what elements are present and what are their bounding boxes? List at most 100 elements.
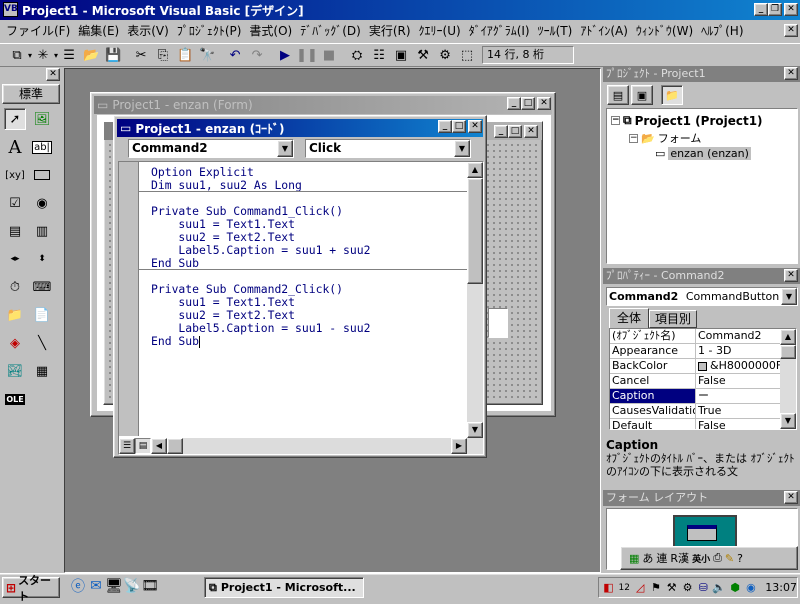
checkbox-icon[interactable]: ☑ bbox=[4, 192, 26, 214]
menu-tools[interactable]: ﾂｰﾙ(T) bbox=[534, 21, 577, 41]
properties-window-icon[interactable]: ☷ bbox=[368, 44, 390, 66]
ime-mode-icon[interactable]: ▦ bbox=[629, 552, 639, 565]
code-editor[interactable]: Option Explicit Dim suu1, suu2 As Long Pri… bbox=[118, 161, 484, 455]
redo-icon[interactable]: ↷ bbox=[246, 44, 268, 66]
ole-icon[interactable]: OLE bbox=[4, 388, 26, 410]
code-vscrollbar[interactable]: ▲ ▼ bbox=[467, 162, 483, 438]
timer-icon[interactable]: ⏱ bbox=[4, 276, 26, 298]
form-position-preview[interactable] bbox=[687, 525, 717, 541]
form-textbox[interactable] bbox=[488, 308, 508, 338]
menu-project[interactable]: ﾌﾟﾛｼﾞｪｸﾄ(P) bbox=[173, 21, 246, 41]
menu-window[interactable]: ｳｨﾝﾄﾞｳ(W) bbox=[632, 21, 697, 41]
code-window[interactable]: ▭ Project1 - enzan (ｺｰﾄﾞ) _ □ ✕ Command2… bbox=[113, 115, 487, 458]
menu-format[interactable]: 書式(O) bbox=[245, 21, 296, 41]
toolbox-close-button[interactable]: ✕ bbox=[46, 68, 60, 81]
hscroll-thumb[interactable] bbox=[167, 438, 183, 454]
tray-tool-icon[interactable]: ⚒ bbox=[664, 580, 679, 596]
menu-debug[interactable]: ﾃﾞﾊﾞｯｸﾞ(D) bbox=[296, 21, 365, 41]
prop-scroll-thumb[interactable] bbox=[780, 345, 796, 359]
tray-pen-icon[interactable]: ◿ bbox=[633, 580, 648, 596]
scroll-thumb[interactable] bbox=[467, 178, 483, 284]
menu-edit[interactable]: 編集(E) bbox=[74, 21, 123, 41]
start-icon[interactable]: ▶ bbox=[274, 44, 296, 66]
menu-diagram[interactable]: ﾀﾞｲｱｸﾞﾗﾑ(I) bbox=[465, 21, 534, 41]
menu-addins[interactable]: ｱﾄﾞｲﾝ(A) bbox=[576, 21, 632, 41]
prop-row-selected[interactable]: Caption ー bbox=[610, 389, 780, 404]
enzan-maximize-button[interactable]: □ bbox=[508, 125, 522, 138]
procedure-combo[interactable]: Click ▼ bbox=[305, 139, 471, 158]
menu-file[interactable]: ファイル(F) bbox=[2, 21, 74, 41]
vscrollbar-icon[interactable]: ⬍ bbox=[31, 248, 53, 270]
outlook-express-icon[interactable]: ✉ bbox=[88, 578, 104, 594]
undo-icon[interactable]: ↶ bbox=[224, 44, 246, 66]
enzan-close-button[interactable]: ✕ bbox=[524, 125, 538, 138]
add-project-icon[interactable]: ⧉ bbox=[6, 44, 28, 66]
tray-shield-icon[interactable]: ⬢ bbox=[728, 580, 743, 596]
tray-volume-icon[interactable]: 🔈 bbox=[712, 580, 727, 596]
listbox-icon[interactable]: ▥ bbox=[31, 220, 53, 242]
cut-icon[interactable]: ✂ bbox=[130, 44, 152, 66]
find-icon[interactable]: 🔭 bbox=[196, 44, 218, 66]
object-combo-arrow-icon[interactable]: ▼ bbox=[277, 140, 293, 157]
ime-hiragana[interactable]: あ bbox=[642, 550, 653, 566]
dirlistbox-icon[interactable]: 📁 bbox=[4, 304, 26, 326]
properties-vscrollbar[interactable]: ▲ ▼ bbox=[780, 329, 796, 429]
data-control-icon[interactable]: ▦ bbox=[31, 360, 53, 382]
filelistbox-icon[interactable]: 📄 bbox=[31, 304, 53, 326]
open-icon[interactable]: 📂 bbox=[80, 44, 102, 66]
form-minimize-button[interactable]: _ bbox=[507, 97, 521, 110]
procedure-combo-arrow-icon[interactable]: ▼ bbox=[454, 140, 470, 157]
picturebox-icon[interactable]: 🖼 bbox=[31, 108, 53, 130]
ime-help-icon[interactable]: ? bbox=[737, 552, 743, 565]
procedure-view-icon[interactable]: ☰ bbox=[119, 438, 135, 454]
optionbutton-icon[interactable]: ◉ bbox=[31, 192, 53, 214]
prop-row[interactable]: (ｵﾌﾞｼﾞｪｸﾄ名) Command2 bbox=[610, 329, 780, 344]
image-icon[interactable]: 🏞 bbox=[4, 360, 26, 382]
break-icon[interactable]: ❚❚ bbox=[296, 44, 318, 66]
layout-close-button[interactable]: ✕ bbox=[784, 491, 798, 504]
view-object-icon[interactable]: ▣ bbox=[631, 85, 653, 105]
properties-object-combo[interactable]: Command2 CommandButton ▼ bbox=[606, 287, 798, 306]
toggle-folders-icon[interactable]: 📁 bbox=[661, 85, 683, 105]
form-maximize-button[interactable]: □ bbox=[521, 97, 535, 110]
project-explorer-icon[interactable]: ⛭ bbox=[346, 44, 368, 66]
menu-help[interactable]: ﾍﾙﾌﾟ(H) bbox=[697, 21, 747, 41]
line-icon[interactable]: ╲ bbox=[31, 332, 53, 354]
textbox-icon[interactable]: ab| bbox=[31, 136, 53, 158]
form-layout-icon[interactable]: ▣ bbox=[390, 44, 412, 66]
menu-run[interactable]: 実行(R) bbox=[365, 21, 415, 41]
properties-close-button[interactable]: ✕ bbox=[784, 269, 798, 282]
menu-query[interactable]: ｸｴﾘｰ(U) bbox=[415, 21, 465, 41]
full-module-view-icon[interactable]: ▤ bbox=[135, 438, 151, 454]
channels-icon[interactable]: 📡 bbox=[123, 578, 140, 594]
tray-network-icon[interactable]: ⛁ bbox=[696, 580, 711, 596]
tray-app-icon[interactable]: ◧ bbox=[601, 580, 616, 596]
start-button[interactable]: ⊞ スタート bbox=[2, 574, 60, 603]
object-combo[interactable]: Command2 ▼ bbox=[128, 139, 294, 158]
prop-scroll-down-icon[interactable]: ▼ bbox=[780, 413, 796, 429]
media-icon[interactable]: 🎞 bbox=[141, 578, 159, 594]
ime-tool-icon[interactable]: ✎ bbox=[725, 552, 734, 565]
label-icon[interactable]: A bbox=[4, 136, 26, 158]
shape-icon[interactable]: ◈ bbox=[4, 332, 26, 354]
paste-icon[interactable]: 📋 bbox=[174, 44, 196, 66]
copy-icon[interactable]: ⎘ bbox=[152, 44, 174, 66]
frame-icon[interactable]: [xy] bbox=[4, 164, 26, 186]
drivelistbox-icon[interactable]: ⌨ bbox=[31, 276, 53, 298]
prop-scroll-up-icon[interactable]: ▲ bbox=[780, 329, 796, 345]
tray-display-icon[interactable]: ◉ bbox=[743, 580, 758, 596]
hscroll-left-icon[interactable]: ◀ bbox=[151, 438, 167, 454]
tree-folder[interactable]: − 📂 フォーム bbox=[629, 130, 701, 146]
hscrollbar-icon[interactable]: ◂▸ bbox=[4, 248, 26, 270]
taskbar-task-vb[interactable]: ⧉ Project1 - Microsoft... bbox=[204, 577, 364, 598]
code-maximize-button[interactable]: □ bbox=[452, 120, 466, 133]
tab-alphabetic[interactable]: 全体 bbox=[609, 308, 649, 328]
tray-calendar-icon[interactable]: 12 bbox=[617, 580, 632, 596]
tree-root[interactable]: − ⧉ Project1 (Project1) bbox=[611, 113, 763, 128]
menu-view[interactable]: 表示(V) bbox=[123, 21, 173, 41]
ime-pad-icon[interactable]: ⎙ bbox=[713, 551, 722, 565]
properties-combo-arrow-icon[interactable]: ▼ bbox=[781, 288, 797, 305]
show-desktop-icon[interactable]: 🖥 bbox=[105, 578, 123, 594]
collapse-icon[interactable]: − bbox=[611, 116, 620, 125]
scroll-down-icon[interactable]: ▼ bbox=[467, 422, 483, 438]
